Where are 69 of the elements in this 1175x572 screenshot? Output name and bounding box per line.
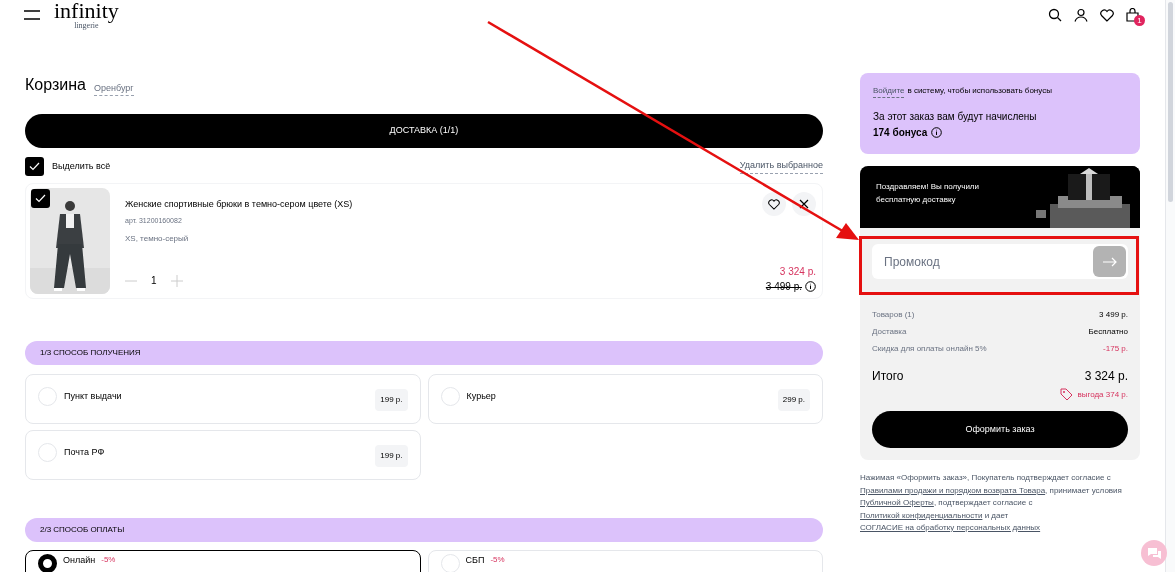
- discount-label: -5%: [490, 556, 505, 564]
- checkbox[interactable]: [31, 189, 50, 208]
- delete-selected-link[interactable]: Удалить выбранное: [739, 159, 823, 174]
- promo-code-field[interactable]: Промокод: [872, 244, 1128, 279]
- banner-text: Поздравляем! Вы получили бесплатную доставку: [875, 181, 980, 206]
- check-icon: [29, 162, 40, 171]
- section-header: 1/3 СПОСОБ ПОЛУЧЕНИЯ: [25, 341, 823, 365]
- chat-icon: [1147, 547, 1161, 559]
- delivery-tab[interactable]: ДОСТАВКА (1/1): [25, 114, 823, 148]
- product-name[interactable]: Женские спортивные брюки в темно-сером цвете (XS): [125, 198, 762, 212]
- section-header: 2/3 СПОСОБ ОПЛАТЫ: [25, 518, 823, 542]
- discount-label: -5%: [101, 556, 116, 564]
- cart-count-badge: 1: [1134, 15, 1145, 26]
- product-variant: XS, темно-серый: [125, 233, 190, 245]
- legal-link[interactable]: Политикой конфиденциальности: [860, 510, 983, 520]
- total-value: 3 324 р.: [1084, 368, 1128, 385]
- search-icon[interactable]: [1048, 8, 1062, 22]
- legal-link[interactable]: СОГЛАСИЕ на обработку персональных данных: [860, 523, 1041, 532]
- heart-icon: [768, 198, 780, 210]
- summary-value: 3 499 р.: [1099, 309, 1128, 321]
- delivery-option[interactable]: Пункт выдачи 199 р.: [25, 374, 421, 424]
- heart-icon[interactable]: [1100, 8, 1114, 22]
- bonus-amount: 174 бонуса: [873, 126, 928, 140]
- city-link[interactable]: Оренбург: [93, 81, 134, 96]
- tag-icon: [1060, 388, 1074, 401]
- check-icon: [35, 194, 46, 203]
- product-old-price: 3 499 р.: [765, 280, 802, 294]
- arrow-right-icon: [1102, 256, 1117, 267]
- close-icon: [799, 199, 809, 209]
- promo-code-input[interactable]: Промокод: [884, 252, 1093, 271]
- product-price: 3 324 р.: [779, 265, 816, 279]
- summary-value: Бесплатно: [1088, 326, 1128, 338]
- summary-label: Доставка: [872, 326, 907, 338]
- delivery-option[interactable]: Курьер 299 р.: [427, 374, 823, 424]
- price-tag: 199 р.: [375, 389, 408, 411]
- user-icon[interactable]: [1074, 8, 1088, 22]
- menu-icon[interactable]: [24, 9, 40, 21]
- summary-label: Скидка для оплаты онлайн 5%: [872, 343, 987, 355]
- payment-option[interactable]: СБП -5%: [427, 550, 823, 572]
- option-label: Пункт выдачи: [64, 390, 122, 403]
- info-icon[interactable]: [805, 281, 816, 292]
- favorite-button[interactable]: [762, 192, 786, 216]
- option-label: Курьер: [466, 390, 496, 403]
- logo-subtitle: lingerie: [74, 22, 99, 30]
- summary-label: Товаров (1): [872, 309, 915, 321]
- legal-link[interactable]: Публичной Оферты: [860, 498, 934, 507]
- savings-text: выгода 374 р.: [1077, 388, 1128, 401]
- page-title: Корзина: [25, 75, 86, 95]
- total-label: Итого: [872, 368, 904, 385]
- summary-value: -175 р.: [1103, 343, 1128, 355]
- price-tag: 299 р.: [777, 389, 810, 411]
- option-label: Онлайн: [63, 556, 96, 565]
- checkout-button[interactable]: Оформить заказ: [872, 411, 1128, 448]
- delivery-option[interactable]: Почта РФ 199 р.: [25, 430, 421, 480]
- quantity-value: 1: [151, 274, 157, 288]
- logo[interactable]: infinity: [54, 0, 119, 22]
- info-icon[interactable]: [931, 127, 943, 138]
- radio-button[interactable]: [38, 554, 57, 572]
- checkbox[interactable]: [25, 157, 44, 176]
- login-link[interactable]: Войдите: [873, 85, 905, 98]
- payment-option[interactable]: Онлайн -5%: [25, 550, 421, 572]
- bag-icon[interactable]: [1126, 8, 1139, 22]
- bonus-accrual-text: За этот заказ вам будут начислены: [873, 110, 1038, 124]
- option-label: СБП: [465, 556, 485, 565]
- legal-text: Нажимая «Оформить заказ», Покупатель подтверждает согласие с Правилами продажи и порядком возврата Товара, принимает условия Публичной Оферты, подтверждает согласие с Политикой конфиденциальности и дает СОГЛАСИЕ на обработку персональных данных: [860, 472, 1123, 534]
- option-label: Почта РФ: [64, 446, 105, 459]
- bonus-hint: в систему, чтобы использовать бонусы: [907, 85, 1052, 97]
- price-tag: 199 р.: [375, 445, 408, 467]
- select-all-label[interactable]: Выделить всё: [52, 159, 111, 174]
